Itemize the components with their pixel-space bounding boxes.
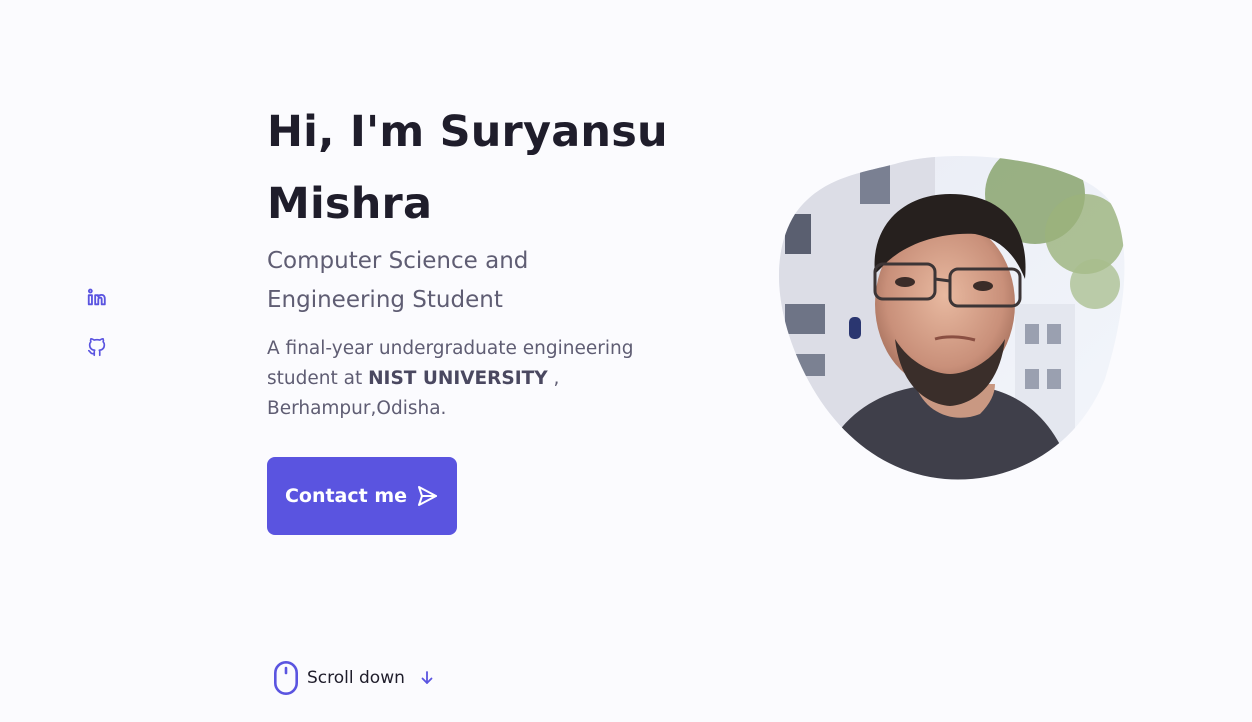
github-link[interactable] <box>86 336 108 358</box>
scroll-down-link[interactable]: Scroll down <box>273 660 435 696</box>
title-line-2: Mishra <box>267 179 433 229</box>
scroll-down-label: Scroll down <box>307 668 405 688</box>
social-links <box>86 286 108 358</box>
title-line-1: Hi, I'm Suryansu <box>267 107 668 157</box>
university-name: NIST UNIVERSITY <box>368 368 548 389</box>
contact-me-label: Contact me <box>284 485 408 507</box>
mouse-icon <box>273 660 299 696</box>
github-icon <box>87 337 106 357</box>
linkedin-link[interactable] <box>86 286 108 308</box>
arrow-down-icon <box>413 670 435 686</box>
hero-description: A final-year undergraduate engineering s… <box>267 334 687 424</box>
page-title: Hi, I'm Suryansu Mishra <box>267 96 707 240</box>
hero-subtitle: Computer Science and Engineering Student <box>267 248 529 313</box>
profile-image <box>775 154 1127 482</box>
hero-text: Hi, I'm Suryansu Mishra Computer Science… <box>267 96 707 424</box>
contact-me-button[interactable]: Contact me <box>267 457 457 535</box>
linkedin-icon <box>87 288 106 306</box>
send-icon <box>418 486 438 506</box>
